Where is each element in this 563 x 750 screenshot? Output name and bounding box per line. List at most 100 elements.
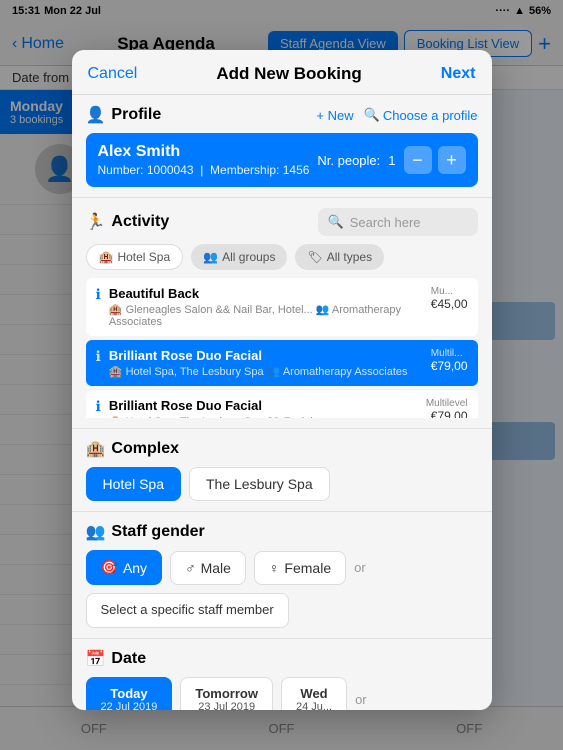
staff-gender-header: 👥 Staff gender xyxy=(86,522,478,542)
activity-location-text: Hotel Spa, The Lesbury Spa xyxy=(126,416,264,418)
activity-location: 🏨 Hotel Spa, The Lesbury Spa 👥 Facials xyxy=(109,415,418,418)
hotel-spa-icon: 🏨 xyxy=(99,250,114,264)
gender-male-btn[interactable]: ♂ Male xyxy=(170,551,246,585)
info-icon[interactable]: ℹ xyxy=(96,398,101,415)
activity-price: €45,00 xyxy=(431,297,468,311)
wed-label: Wed xyxy=(296,686,332,701)
female-label: Female xyxy=(284,560,331,576)
activity-tag: Multilevel xyxy=(426,398,468,409)
staff-gender-section: 👥 Staff gender 🎯 Any ♂ Male ♀ Female or xyxy=(72,512,492,639)
complex-section-icon: 🏨 xyxy=(86,439,106,459)
profile-people: Nr. people: 1 − + xyxy=(317,146,465,174)
activity-section-icon: 🏃 xyxy=(86,212,106,232)
filter-types-label: All types xyxy=(327,250,372,264)
assoc-icon: 👥 xyxy=(267,416,281,418)
activity-location-text: Gleneagles Salon && Nail Bar, Hotel... xyxy=(126,304,313,316)
info-icon[interactable]: ℹ xyxy=(96,348,101,365)
profile-membership: Membership: 1456 xyxy=(210,163,309,177)
groups-icon: 👥 xyxy=(203,250,218,264)
activity-price: €79,00 xyxy=(426,409,468,418)
staff-or-label: or xyxy=(354,560,366,575)
search-placeholder: Search here xyxy=(350,215,421,230)
gender-options: 🎯 Any ♂ Male ♀ Female or Select a specif… xyxy=(86,550,478,628)
activity-item[interactable]: ℹ Beautiful Back 🏨 Gleneagles Salon && N… xyxy=(86,278,478,336)
tomorrow-label: Tomorrow xyxy=(195,686,258,701)
date-section-icon: 📅 xyxy=(86,649,106,669)
activity-location: 🏨 Hotel Spa, The Lesbury Spa 👥 Aromather… xyxy=(109,365,423,378)
activity-info: Beautiful Back 🏨 Gleneagles Salon && Nai… xyxy=(109,286,423,328)
filter-groups-label: All groups xyxy=(222,250,275,264)
decrease-people-btn[interactable]: − xyxy=(404,146,432,174)
activity-assoc: Aromatherapy Associates xyxy=(283,366,408,378)
date-today-btn[interactable]: Today 22 Jul 2019 xyxy=(86,677,173,710)
person-section-icon: 👤 xyxy=(86,105,106,125)
complex-label: Complex xyxy=(111,440,179,458)
filter-hotel-spa[interactable]: 🏨 Hotel Spa xyxy=(86,244,184,270)
filter-hotel-spa-label: Hotel Spa xyxy=(117,250,170,264)
filter-all-groups[interactable]: 👥 All groups xyxy=(191,244,287,270)
search-icon-activity: 🔍 xyxy=(328,214,344,230)
cancel-button[interactable]: Cancel xyxy=(88,65,138,83)
next-button[interactable]: Next xyxy=(441,65,476,83)
profile-label: Profile xyxy=(111,106,161,124)
activity-right: Multil... €79,00 xyxy=(431,348,468,373)
profile-name: Alex Smith xyxy=(98,143,310,161)
activity-location: 🏨 Gleneagles Salon && Nail Bar, Hotel...… xyxy=(109,303,423,328)
activity-assoc: Facials xyxy=(283,416,318,418)
gender-any-btn[interactable]: 🎯 Any xyxy=(86,550,163,585)
date-or-label: or xyxy=(355,692,367,707)
complex-hotel-spa[interactable]: Hotel Spa xyxy=(86,467,181,501)
female-icon: ♀ xyxy=(269,560,280,576)
date-header: 📅 Date xyxy=(86,649,478,669)
people-count: 1 xyxy=(388,153,395,168)
filter-all-types[interactable]: 🏷 All types xyxy=(295,244,384,270)
activity-tag: Mu... xyxy=(431,286,468,297)
complex-options: Hotel Spa The Lesbury Spa xyxy=(86,467,478,501)
staff-gender-icon: 👥 xyxy=(86,522,106,542)
complex-header: 🏨 Complex xyxy=(86,439,478,459)
choose-profile-label: Choose a profile xyxy=(383,108,478,123)
activity-location-text: Hotel Spa, The Lesbury Spa xyxy=(126,366,264,378)
choose-profile-btn[interactable]: 🔍 Choose a profile xyxy=(364,107,478,123)
gender-female-btn[interactable]: ♀ Female xyxy=(254,551,346,585)
info-icon[interactable]: ℹ xyxy=(96,286,101,303)
nr-people-label: Nr. people: xyxy=(317,153,380,168)
date-tomorrow-btn[interactable]: Tomorrow 23 Jul 2019 xyxy=(180,677,273,710)
activity-search[interactable]: 🔍 Search here xyxy=(318,208,478,236)
complex-lesbury[interactable]: The Lesbury Spa xyxy=(189,467,330,501)
activity-tag: Multil... xyxy=(431,348,468,359)
today-label: Today xyxy=(101,686,158,701)
activity-title: 🏃 Activity xyxy=(86,212,170,232)
profile-title: 👤 Profile xyxy=(86,105,162,125)
profile-actions: + New 🔍 Choose a profile xyxy=(316,107,477,123)
activity-name: Brilliant Rose Duo Facial xyxy=(109,348,423,363)
add-booking-modal: Cancel Add New Booking Next 👤 Profile + … xyxy=(72,50,492,710)
activity-name: Beautiful Back xyxy=(109,286,423,301)
staff-gender-label: Staff gender xyxy=(111,523,204,541)
profile-card: Alex Smith Number: 1000043 | Membership:… xyxy=(86,133,478,187)
profile-header: 👤 Profile + New 🔍 Choose a profile xyxy=(86,105,478,125)
male-label: Male xyxy=(201,560,231,576)
activity-name: Brilliant Rose Duo Facial xyxy=(109,398,418,413)
specific-staff-btn[interactable]: Select a specific staff member xyxy=(86,593,289,628)
date-wed-btn[interactable]: Wed 24 Ju... xyxy=(281,677,347,710)
activity-item[interactable]: ℹ Brilliant Rose Duo Facial 🏨 Hotel Spa,… xyxy=(86,390,478,418)
location-icon: 🏨 xyxy=(109,366,123,378)
assoc-icon: 👥 xyxy=(267,366,281,378)
assoc-icon: 👥 xyxy=(316,304,330,316)
search-icon: 🔍 xyxy=(364,107,380,123)
activity-right: Multilevel €79,00 xyxy=(426,398,468,418)
male-icon: ♂ xyxy=(185,560,196,576)
complex-title: 🏨 Complex xyxy=(86,439,180,459)
activity-item[interactable]: ℹ Brilliant Rose Duo Facial 🏨 Hotel Spa,… xyxy=(86,340,478,386)
people-controls: − + xyxy=(404,146,466,174)
increase-people-btn[interactable]: + xyxy=(438,146,466,174)
complex-section: 🏨 Complex Hotel Spa The Lesbury Spa xyxy=(72,429,492,512)
activity-info: Brilliant Rose Duo Facial 🏨 Hotel Spa, T… xyxy=(109,398,418,418)
new-profile-btn[interactable]: + New xyxy=(316,108,353,123)
profile-section: 👤 Profile + New 🔍 Choose a profile Alex … xyxy=(72,95,492,198)
modal-header: Cancel Add New Booking Next xyxy=(72,50,492,95)
staff-gender-title: 👥 Staff gender xyxy=(86,522,205,542)
activity-right: Mu... €45,00 xyxy=(431,286,468,311)
activity-section: 🏃 Activity 🔍 Search here 🏨 Hotel Spa 👥 A… xyxy=(72,198,492,429)
